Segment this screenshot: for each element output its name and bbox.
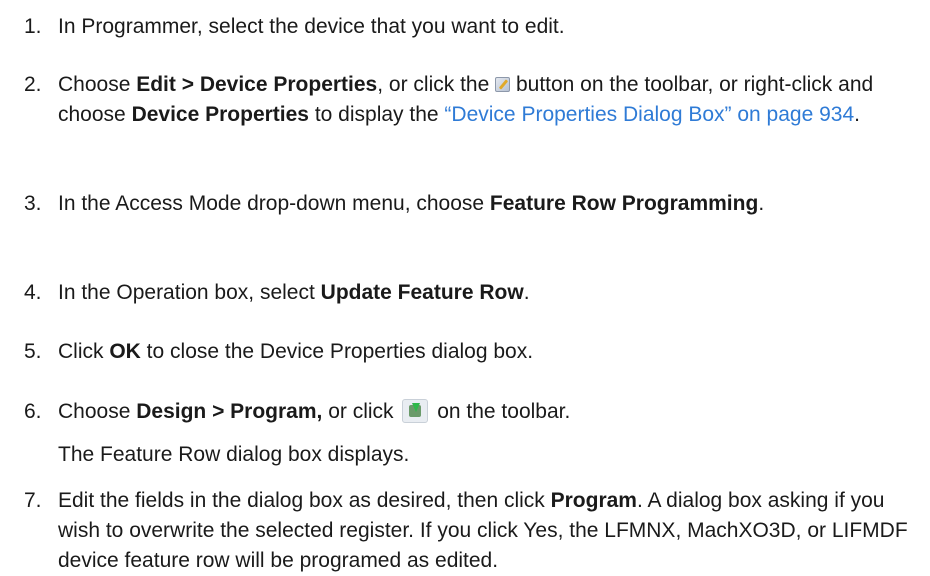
text-segment: on the toolbar. <box>431 400 571 423</box>
step-number: 6. <box>24 400 42 423</box>
step-number: 5. <box>24 340 42 363</box>
step-result-text: The Feature Row dialog box displays. <box>58 443 410 466</box>
operation-option: Update Feature Row <box>320 281 524 304</box>
cross-reference-link[interactable]: “Device Properties Dialog Box” on page 9… <box>444 103 854 126</box>
text-segment: Choose <box>58 400 137 423</box>
step-number: 1. <box>24 15 42 38</box>
text-segment: or click <box>322 400 400 423</box>
text-segment: to display the <box>309 103 445 126</box>
text-segment: . <box>523 281 530 304</box>
button-name: Program <box>550 489 637 512</box>
step-number: 3. <box>24 192 42 215</box>
text-segment: In the Access Mode drop-down menu, choos… <box>58 192 490 215</box>
menu-path: Design > Program, <box>136 400 323 423</box>
text-segment: to close the Device Properties dialog bo… <box>140 340 534 363</box>
step-text: In the Access Mode drop-down menu, choos… <box>58 189 908 219</box>
step-number: 2. <box>24 73 42 96</box>
text-segment: , or click the <box>377 73 496 96</box>
step-text: Click OK to close the Device Properties … <box>58 337 908 367</box>
step-number: 7. <box>24 489 42 512</box>
menu-path: Edit > Device Properties <box>136 73 378 96</box>
button-name: OK <box>109 340 141 363</box>
menu-option: Feature Row Programming <box>489 192 759 215</box>
program-icon <box>402 399 429 423</box>
text-segment: Click <box>58 340 110 363</box>
step-text: In the Operation box, select Update Feat… <box>58 278 908 308</box>
text-segment: In the Operation box, select <box>58 281 321 304</box>
step-text: Choose Edit > Device Properties, or clic… <box>58 70 908 130</box>
step-number: 4. <box>24 281 42 304</box>
text-segment: Edit the fields in the dialog box as des… <box>58 489 551 512</box>
menu-item: Device Properties <box>131 103 309 126</box>
step-text: Choose Design > Program, or click on the… <box>58 397 908 427</box>
text-segment: . <box>854 103 860 126</box>
device-properties-icon <box>495 77 511 92</box>
step-text: Edit the fields in the dialog box as des… <box>58 486 908 576</box>
text-segment: Choose <box>58 73 137 96</box>
step-text: In Programmer, select the device that yo… <box>58 15 565 38</box>
text-segment: . <box>758 192 765 215</box>
